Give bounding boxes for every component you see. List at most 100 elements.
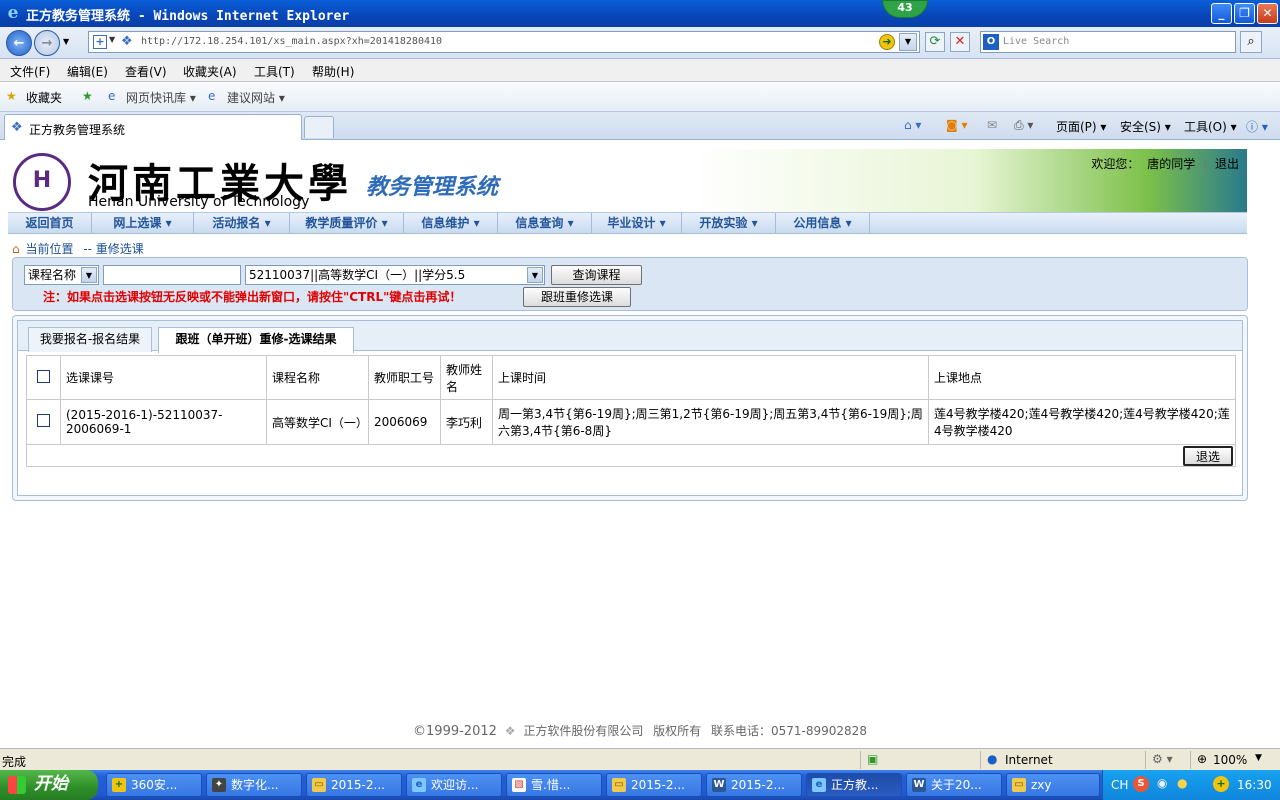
page-status-icon: ▣: [867, 752, 879, 766]
task-digital[interactable]: ✦ 数字化...: [206, 773, 302, 797]
nav-public-info[interactable]: 公用信息 ▾: [776, 213, 870, 234]
forward-button[interactable]: →: [34, 30, 60, 56]
menu-help[interactable]: 帮助(H): [312, 63, 354, 80]
sogou-icon[interactable]: S: [1133, 776, 1149, 792]
add-page-icon[interactable]: +: [93, 35, 107, 49]
row-checkbox-cell[interactable]: [26, 399, 61, 445]
close-button[interactable]: ✕: [1257, 3, 1278, 24]
zoom-segment[interactable]: ⊕ 100% ▼: [1190, 751, 1280, 769]
course-select[interactable]: 52110037||高等数学CⅠ（一）||学分5.5 ▼: [245, 265, 545, 285]
search-input[interactable]: Live Search: [1003, 36, 1069, 47]
menu-favorites[interactable]: 收藏夹(A): [183, 63, 237, 80]
chevron-down-icon[interactable]: ▼: [109, 35, 115, 44]
retake-course-button[interactable]: 跟班重修选课: [523, 287, 631, 307]
nav-home[interactable]: 返回首页: [8, 213, 92, 234]
task-folder-2[interactable]: ▭ 2015-2...: [606, 773, 702, 797]
print-icon[interactable]: ⎙ ▾: [1014, 118, 1033, 133]
task-folder-1[interactable]: ▭ 2015-2...: [306, 773, 402, 797]
nav-activity-signup[interactable]: 活动报名 ▾: [194, 213, 290, 234]
select-all-checkbox-cell[interactable]: [26, 355, 61, 400]
task-label: 2015-2...: [731, 778, 785, 792]
feeds-icon[interactable]: ◙ ▾: [946, 118, 967, 132]
chevron-down-icon[interactable]: ▼: [527, 267, 543, 283]
nav-graduation-design[interactable]: 毕业设计 ▾: [592, 213, 682, 234]
cell-teacher-id: 2006069: [368, 399, 441, 445]
qq-icon[interactable]: ●: [1177, 776, 1187, 790]
nav-info-maintenance[interactable]: 信息维护 ▾: [404, 213, 498, 234]
zoom-level[interactable]: 100%: [1213, 753, 1247, 767]
go-icon[interactable]: ➜: [879, 34, 895, 50]
nav-online-course-selection[interactable]: 网上选课 ▾: [92, 213, 194, 234]
mail-icon[interactable]: ✉: [987, 118, 997, 132]
nav-info-query[interactable]: 信息查询 ▾: [498, 213, 592, 234]
address-bar[interactable]: + ▼ ❖ http://172.18.254.101/xs_main.aspx…: [88, 31, 920, 53]
task-snow[interactable]: ▧ 雪.惜...: [506, 773, 602, 797]
menu-file[interactable]: 文件(F): [10, 63, 50, 80]
task-welcome[interactable]: e 欢迎访...: [406, 773, 502, 797]
address-dropdown-button[interactable]: ▼: [899, 33, 917, 51]
page-menu[interactable]: 页面(P) ▾: [1056, 118, 1106, 135]
task-360[interactable]: +360安...: [106, 773, 202, 797]
url-text[interactable]: http://172.18.254.101/xs_main.aspx?xh=20…: [141, 36, 442, 47]
suggested-sites[interactable]: 建议网站 ▾: [227, 89, 285, 106]
menu-view[interactable]: 查看(V): [125, 63, 167, 80]
safety-menu[interactable]: 安全(S) ▾: [1120, 118, 1171, 135]
task-jwgl[interactable]: e 正方教...: [806, 773, 902, 797]
cell-class-time: 周一第3,4节{第6-19周};周三第1,2节{第6-19周};周五第3,4节{…: [492, 399, 929, 445]
maximize-button[interactable]: ❐: [1234, 3, 1255, 24]
nav-open-experiment[interactable]: 开放实验 ▾: [682, 213, 776, 234]
drop-course-button[interactable]: 退选: [1183, 446, 1233, 466]
web-slice-gallery[interactable]: 网页快讯库 ▾: [126, 89, 196, 106]
back-button[interactable]: ←: [6, 30, 32, 56]
refresh-button[interactable]: ⟳: [925, 32, 945, 52]
tab-signup-result[interactable]: 我要报名-报名结果: [28, 327, 152, 352]
col-teacher-name: 教师姓名: [440, 355, 493, 400]
chevron-down-icon[interactable]: ▼: [81, 267, 97, 283]
clock[interactable]: 16:30: [1237, 778, 1272, 792]
select-all-checkbox[interactable]: [37, 369, 50, 383]
task-doc-1[interactable]: W 2015-2...: [706, 773, 802, 797]
protected-mode-segment[interactable]: ⚙ ▾: [1145, 751, 1189, 769]
language-indicator[interactable]: CH: [1111, 778, 1128, 792]
tab-retake-result[interactable]: 跟班（单开班）重修-选课结果: [158, 327, 354, 353]
favorites-button[interactable]: 收藏夹: [26, 89, 62, 106]
app-icon: ✦: [212, 778, 226, 792]
image-icon: ▧: [512, 778, 526, 792]
ie-icon: e: [412, 778, 426, 792]
university-seal-icon: H: [13, 153, 71, 211]
task-zxy[interactable]: ▭ zxy: [1006, 773, 1100, 797]
task-label: 数字化...: [231, 778, 279, 792]
col-class-place: 上课地点: [928, 355, 1236, 400]
tab-current[interactable]: ❖ 正方教务管理系统: [4, 114, 302, 140]
search-input[interactable]: [103, 265, 241, 285]
tools-menu[interactable]: 工具(O) ▾: [1184, 118, 1237, 135]
breadcrumb: ⌂ 当前位置 -- 重修选课: [12, 240, 144, 257]
start-button[interactable]: 开始: [0, 770, 98, 800]
history-dropdown-icon[interactable]: ▼: [63, 37, 69, 46]
task-doc-2[interactable]: W 关于20...: [906, 773, 1002, 797]
new-tab-button[interactable]: [304, 116, 334, 138]
col-teacher-id: 教师职工号: [368, 355, 441, 400]
logout-link[interactable]: 退出: [1215, 157, 1239, 171]
search-button[interactable]: ⌕: [1240, 31, 1262, 53]
360-icon[interactable]: +: [1213, 776, 1229, 792]
minimize-button[interactable]: _: [1211, 3, 1232, 24]
tray-icon[interactable]: ◉: [1157, 776, 1167, 790]
breadcrumb-path: -- 重修选课: [83, 242, 144, 256]
stop-button[interactable]: ✕: [950, 32, 970, 52]
row-checkbox[interactable]: [37, 414, 50, 427]
home-icon[interactable]: ⌂ ▾: [904, 118, 921, 132]
search-field-select[interactable]: 课程名称 ▼: [24, 265, 99, 285]
add-favorite-icon[interactable]: ★: [82, 89, 93, 103]
chevron-down-icon[interactable]: ▼: [1255, 753, 1262, 763]
user-name: 唐的同学: [1147, 157, 1196, 171]
breadcrumb-label: 当前位置: [25, 242, 74, 256]
search-box[interactable]: O Live Search: [980, 31, 1236, 53]
menu-tools[interactable]: 工具(T): [254, 63, 295, 80]
folder-icon: ▭: [1012, 778, 1026, 792]
nav-teaching-evaluation[interactable]: 教学质量评价 ▾: [290, 213, 404, 234]
help-icon[interactable]: ⓘ ▾: [1246, 118, 1268, 135]
menu-edit[interactable]: 编辑(E): [67, 63, 108, 80]
globe-icon: ●: [987, 752, 998, 766]
query-course-button[interactable]: 查询课程: [551, 265, 642, 285]
